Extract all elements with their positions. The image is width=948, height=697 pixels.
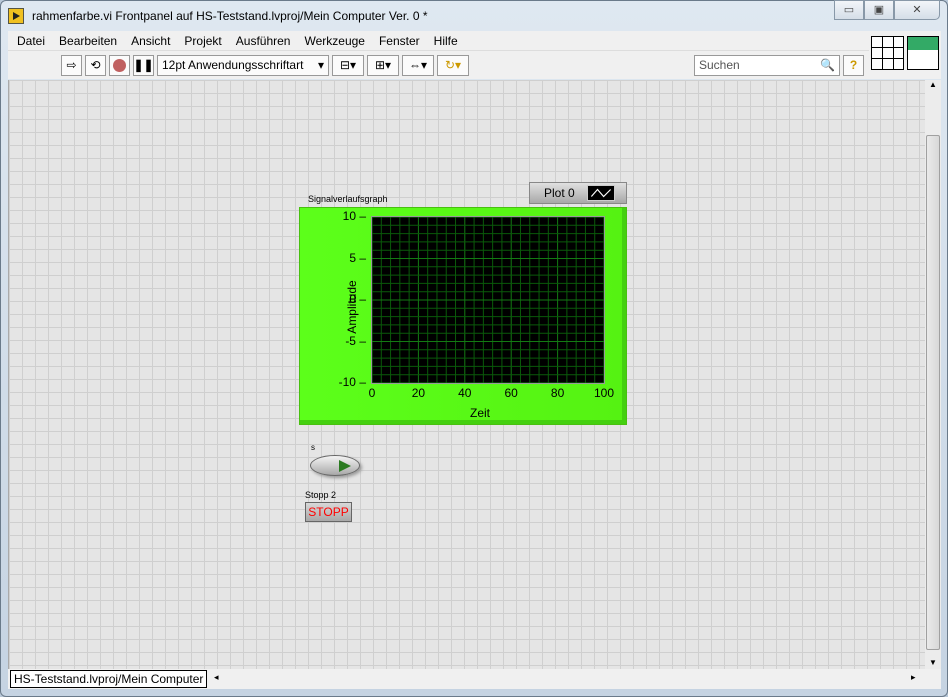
x-tick-label: 0 bbox=[368, 386, 376, 400]
toolbar: ⇨ ⟲ ❚❚ 12pt Anwendungsschriftart ▾ ⊟▾ ⊞▾ … bbox=[8, 51, 869, 79]
toggle-switch[interactable] bbox=[310, 455, 360, 476]
menu-bar: Datei Bearbeiten Ansicht Projekt Ausführ… bbox=[8, 31, 869, 51]
pause-icon[interactable]: ❚❚ bbox=[133, 54, 154, 76]
front-panel[interactable]: Signalverlaufsgraph Plot 0 Amplitude Zei… bbox=[8, 80, 925, 669]
plot-line-style-icon bbox=[586, 185, 615, 201]
project-path: HS-Teststand.lvproj/Mein Computer bbox=[10, 670, 208, 688]
title-bar: rahmenfarbe.vi Frontpanel auf HS-Teststa… bbox=[8, 0, 940, 28]
search-icon: 🔍 bbox=[820, 58, 835, 72]
run-continuously-icon[interactable]: ⟲ bbox=[85, 54, 106, 76]
search-input[interactable]: Suchen 🔍 bbox=[694, 54, 840, 76]
toggle-label: s bbox=[311, 443, 315, 452]
y-axis-label: Amplitude bbox=[345, 280, 359, 334]
menu-hilfe[interactable]: Hilfe bbox=[434, 34, 458, 48]
y-tick-label: -5 – bbox=[345, 333, 366, 348]
x-tick-label: 60 bbox=[504, 386, 518, 400]
y-tick-label: 5 – bbox=[349, 250, 366, 265]
reorder-icon[interactable]: ↻▾ bbox=[437, 54, 469, 76]
y-tick-label: 0 – bbox=[349, 292, 366, 306]
scroll-up-icon[interactable]: ▲ bbox=[925, 80, 941, 89]
x-tick-label: 40 bbox=[458, 386, 472, 400]
menu-projekt[interactable]: Projekt bbox=[184, 34, 221, 48]
minimize-button[interactable]: ▭ bbox=[834, 0, 864, 20]
stop-button-label: Stopp 2 bbox=[305, 490, 337, 500]
abort-icon[interactable] bbox=[109, 54, 130, 76]
graph-label: Signalverlaufsgraph bbox=[308, 194, 388, 204]
status-bar: HS-Teststand.lvproj/Mein Computer ◂ ▸ bbox=[8, 669, 941, 689]
maximize-button[interactable]: ▣ bbox=[864, 0, 894, 20]
menu-ausfuehren[interactable]: Ausführen bbox=[236, 34, 291, 48]
connector-pane-pattern[interactable] bbox=[871, 36, 904, 70]
window-title: rahmenfarbe.vi Frontpanel auf HS-Teststa… bbox=[32, 9, 428, 23]
labview-icon bbox=[8, 8, 24, 24]
search-placeholder: Suchen bbox=[699, 58, 740, 72]
vi-icon[interactable] bbox=[906, 36, 939, 70]
chevron-down-icon: ▾ bbox=[317, 58, 324, 72]
help-button[interactable]: ? bbox=[843, 54, 864, 76]
align-objects-icon[interactable]: ⊟▾ bbox=[332, 54, 364, 76]
x-tick-label: 80 bbox=[550, 386, 565, 400]
font-dropdown[interactable]: 12pt Anwendungsschriftart ▾ bbox=[157, 54, 329, 76]
menu-fenster[interactable]: Fenster bbox=[379, 34, 420, 48]
stop-button[interactable]: STOPP bbox=[305, 502, 352, 522]
run-arrow-icon[interactable]: ⇨ bbox=[61, 54, 82, 76]
resize-objects-icon[interactable]: ⇔▾ bbox=[402, 54, 434, 76]
menu-ansicht[interactable]: Ansicht bbox=[131, 34, 170, 48]
scroll-left-icon[interactable]: ◂ bbox=[214, 672, 219, 683]
font-value: 12pt Anwendungsschriftart bbox=[162, 58, 304, 72]
menu-bearbeiten[interactable]: Bearbeiten bbox=[59, 34, 117, 48]
connector-pane bbox=[869, 31, 941, 79]
scrollbar-thumb[interactable] bbox=[926, 135, 940, 650]
y-tick-label: 10 – bbox=[342, 209, 366, 223]
plot-legend[interactable]: Plot 0 bbox=[529, 182, 627, 204]
close-button[interactable]: ✕ bbox=[894, 0, 940, 20]
waveform-graph[interactable]: Amplitude Zeit 10 –5 –0 – -5 – -10 –0 20 40 6… bbox=[299, 207, 627, 425]
vertical-scrollbar[interactable]: ▲ ▼ bbox=[925, 80, 941, 669]
distribute-objects-icon[interactable]: ⊞▾ bbox=[367, 54, 399, 76]
x-tick-label: 20 bbox=[411, 386, 426, 400]
legend-plot-name: Plot 0 bbox=[544, 186, 575, 200]
menu-werkzeuge[interactable]: Werkzeuge bbox=[304, 34, 364, 48]
menu-datei[interactable]: Datei bbox=[17, 34, 45, 48]
scroll-right-icon[interactable]: ▸ bbox=[911, 672, 916, 683]
scroll-down-icon[interactable]: ▼ bbox=[925, 658, 941, 667]
x-axis-label: Zeit bbox=[470, 406, 491, 420]
plot-area[interactable] bbox=[371, 216, 605, 384]
x-tick-label: 100 bbox=[593, 386, 615, 400]
